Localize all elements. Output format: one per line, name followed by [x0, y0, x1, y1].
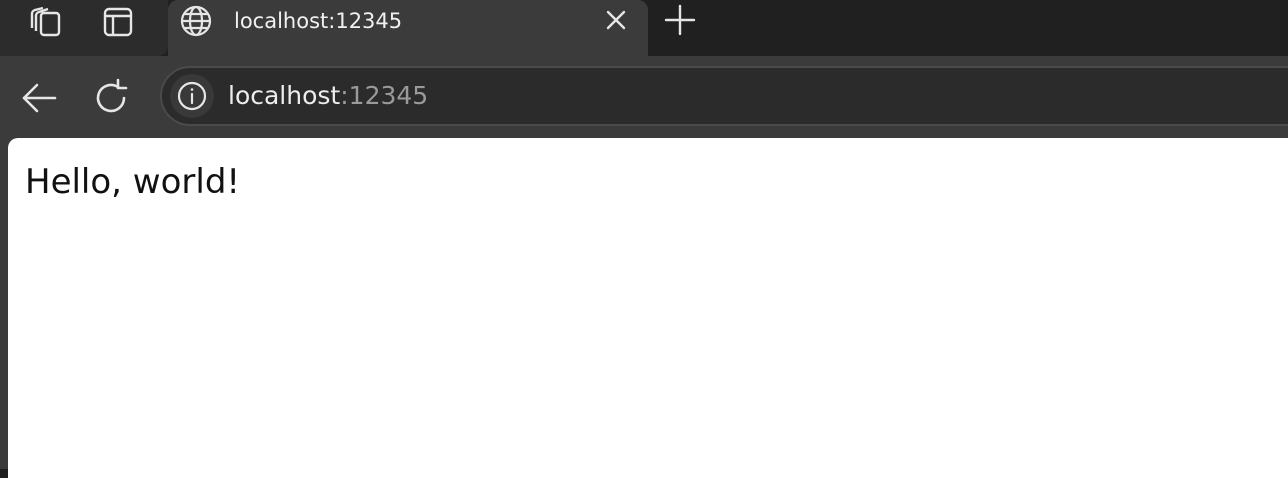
close-icon[interactable] — [600, 4, 632, 36]
viewport-frame: Hello, world! — [0, 136, 1288, 478]
address-bar[interactable]: localhost:12345 — [160, 66, 1288, 126]
tab-strip-left-group — [0, 0, 168, 56]
vertical-tabs-icon[interactable] — [100, 4, 136, 40]
back-arrow-icon[interactable] — [17, 76, 61, 120]
url-host: localhost — [228, 81, 341, 110]
toolbar: localhost:12345 — [0, 56, 1288, 136]
url-port: :12345 — [340, 81, 429, 110]
info-icon[interactable] — [170, 74, 214, 118]
collections-icon[interactable] — [28, 4, 64, 40]
globe-icon — [178, 3, 214, 39]
plus-icon[interactable] — [662, 2, 698, 38]
page-viewport: Hello, world! — [8, 138, 1288, 478]
tab-title: localhost:12345 — [234, 9, 403, 33]
page-text: Hello, world! — [25, 162, 241, 202]
refresh-icon[interactable] — [89, 76, 133, 120]
tab-strip: localhost:12345 — [0, 0, 1288, 56]
active-tab[interactable]: localhost:12345 — [168, 0, 648, 56]
url-text[interactable]: localhost:12345 — [228, 80, 428, 112]
